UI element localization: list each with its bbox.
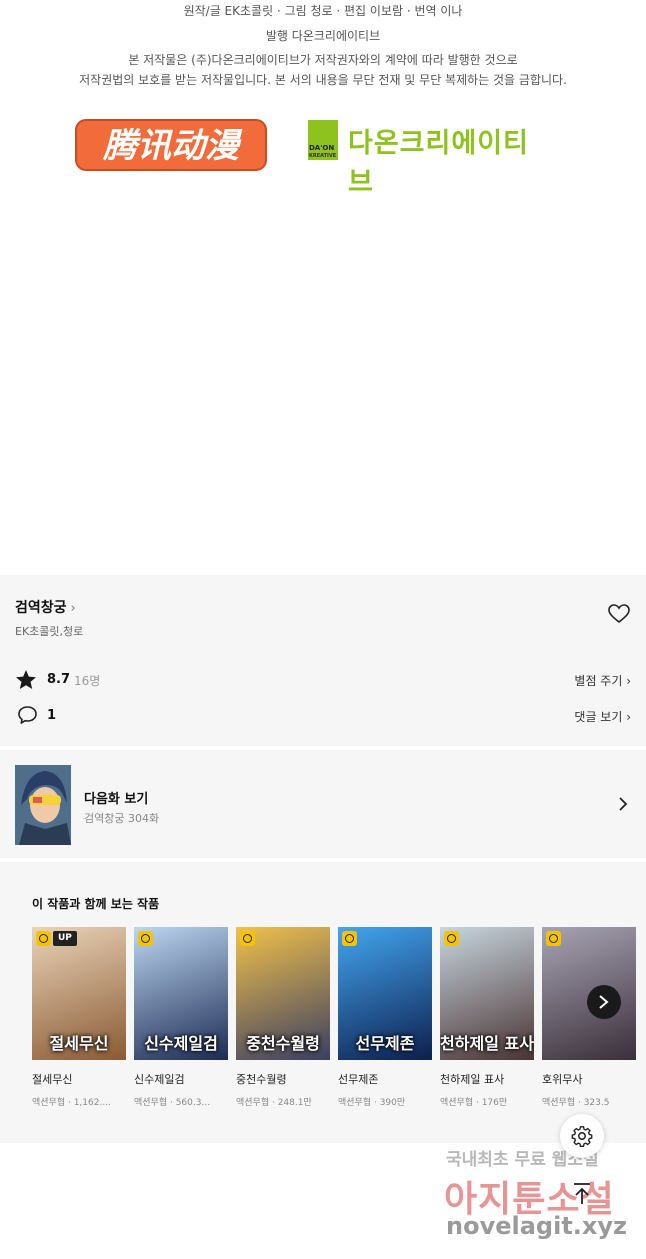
arrow-up-icon [574,1183,590,1204]
clock-icon [342,931,357,946]
daon-logo-name: 다온크리에이티브 [348,128,529,198]
daon-logo-mark: DA'ON KREATIVE [308,120,338,160]
comment-count: 1 [47,708,57,723]
recommendations-heading: 이 작품과 함께 보는 작품 [32,897,160,911]
recommendation-cover: 선무제존 [338,927,432,1060]
recommendation-title: 호위무사 [542,1073,583,1086]
copyright-line: 본 저작물은 (주)다온크리에이티브가 저작권자와의 계약에 따라 발행한 것으… [128,53,518,67]
work-info-panel: 검역창궁 › EK초콜릿,청로 8.7 16명 별점 주기 › 1 댓글 보기 › [0,575,646,746]
recommendation-card[interactable]: 선무제존 선무제존 액션무협 · 390만 [338,927,432,1108]
recommendation-card[interactable]: 중천수월령 중천수월령 액션무협 · 248.1만 [236,927,330,1108]
settings-button[interactable] [560,1114,604,1158]
cover-title-art: 신수제일검 [144,1034,218,1053]
gear-icon [571,1126,593,1147]
star-icon [16,670,36,689]
recommendation-card[interactable]: 신수제일검 신수제일검 액션무협 · 560.3... [134,927,228,1108]
recommendation-card[interactable]: 호위무사액션무협 · 323.5 [542,927,636,1108]
clock-icon [546,931,561,946]
carousel-next-button[interactable] [587,985,621,1019]
next-episode-thumbnail [15,765,71,845]
chevron-right-icon [619,797,628,811]
daon-creative-logo: DA'ON KREATIVE 다온크리에이티브 [308,120,554,198]
recommendations-section: 이 작품과 함께 보는 작품 UP 절세무신 절세무신 액션무협 · 1,162...… [0,862,646,1143]
watermark: 국내최초 무료 웹소설 아지툰소설 novelagit.xyz [436,1140,636,1250]
rating-count: 16명 [74,674,101,688]
recommendation-card[interactable]: UP 절세무신 절세무신 액션무협 · 1,162.... [32,927,126,1108]
view-comments-button[interactable]: 댓글 보기 › [574,708,631,725]
chevron-right-icon [599,995,609,1009]
cover-title-art: 선무제존 [355,1034,415,1053]
cover-title-art: 중천수월령 [246,1034,320,1053]
heart-icon[interactable] [608,604,630,624]
recommendation-title: 선무제존 [338,1073,379,1086]
clock-icon [240,931,255,946]
work-title: 검역창궁 [15,600,67,616]
clock-icon [36,931,51,946]
recommendation-cover: 신수제일검 [134,927,228,1060]
recommendation-card[interactable]: 천하제일 표사 천하제일 표사 액션무협 · 176만 [440,927,534,1108]
credits-line: 발행 다온크리에이티브 [265,29,381,43]
recommendation-meta: 액션무협 · 1,162.... [32,1098,111,1108]
tencent-logo-text: 腾讯动漫 [102,126,243,166]
recommendation-meta: 액션무협 · 323.5 [542,1098,610,1108]
work-title-link[interactable]: 검역창궁 › [15,597,76,617]
rating-row: 8.7 16명 별점 주기 › [15,669,631,691]
scroll-to-top-button[interactable] [560,1172,604,1216]
comment-row: 1 댓글 보기 › [15,705,631,727]
copyright-line: 저작권법의 보호를 받는 저작물입니다. 본 서의 내용을 무단 전재 및 무단… [79,73,567,87]
recommendation-meta: 액션무협 · 560.3... [134,1098,211,1108]
recommendation-title: 신수제일검 [134,1073,185,1086]
recommendation-meta: 액션무협 · 248.1만 [236,1098,312,1108]
cover-title-art: 절세무신 [49,1034,109,1053]
next-episode-card[interactable]: 다음화 보기 검역창궁 304화 [0,750,646,858]
recommendation-title: 중천수월령 [236,1073,287,1086]
recommendation-meta: 액션무협 · 390만 [338,1098,406,1108]
update-badge: UP [53,931,77,946]
recommendation-cover: 천하제일 표사 [440,927,534,1060]
tencent-comic-logo: 腾讯动漫 [75,119,267,171]
next-episode-title: 다음화 보기 [84,792,149,807]
daon-mark-subtext: KREATIVE [309,153,337,159]
recommendation-cover: UP 절세무신 [32,927,126,1060]
credits-line: 원작/글 EK초콜릿 · 그림 청로 · 편집 이보람 · 번역 이나 [183,4,463,18]
recommendation-title: 절세무신 [32,1073,73,1086]
daon-mark-text: DA'ON [309,144,335,152]
chevron-right-icon: › [70,601,76,616]
next-episode-subtitle: 검역창궁 304화 [84,812,160,825]
clock-icon [444,931,459,946]
rate-button[interactable]: 별점 주기 › [574,672,631,689]
recommendation-title: 천하제일 표사 [440,1073,505,1086]
watermark-url: novelagit.xyz [446,1212,628,1240]
cover-title-art: 천하제일 표사 [440,1034,534,1053]
clock-icon [138,931,153,946]
rating-value: 8.7 [47,672,71,687]
recommendation-cover: 중천수월령 [236,927,330,1060]
work-authors: EK초콜릿,청로 [15,625,84,638]
recommendation-meta: 액션무협 · 176만 [440,1098,508,1108]
comment-bubble-icon [18,706,37,724]
